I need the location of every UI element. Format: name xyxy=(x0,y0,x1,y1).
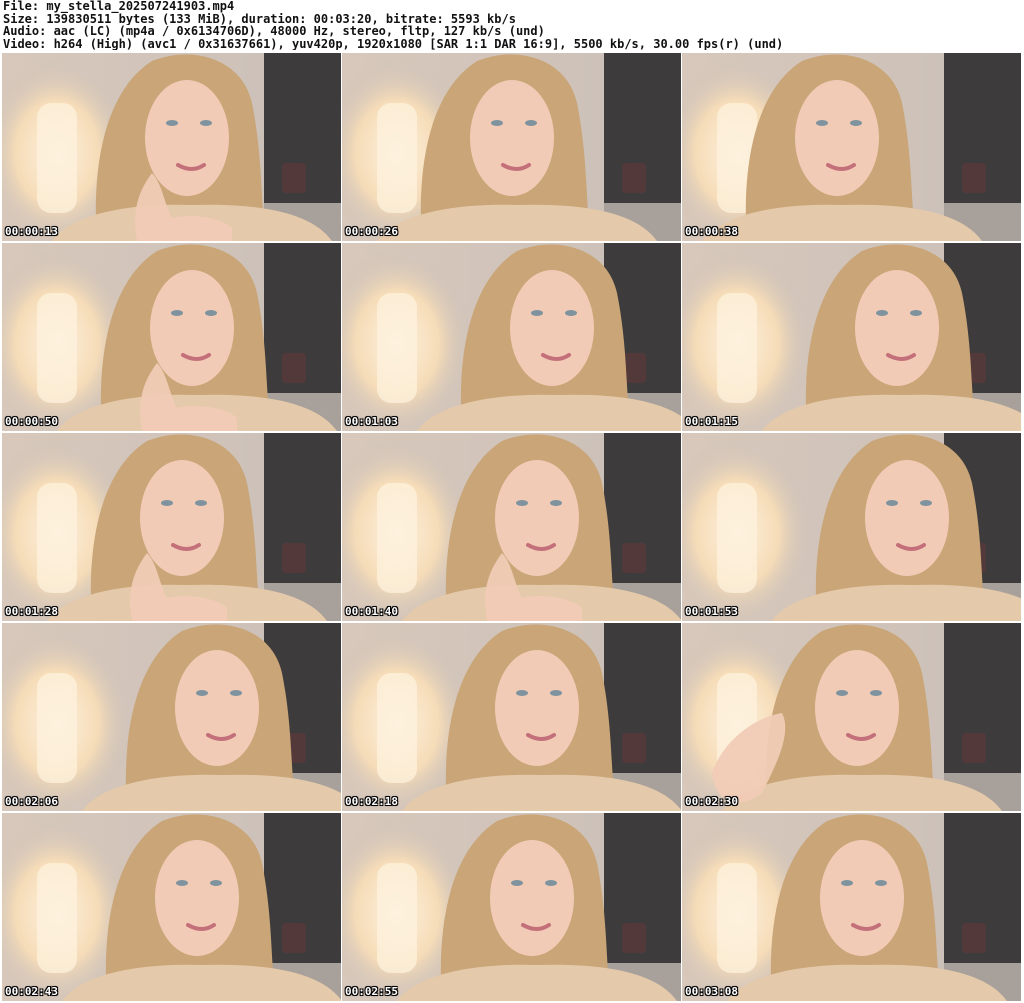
timestamp-label: 00:02:43 xyxy=(5,985,58,998)
video-frame-thumbnail: 00:01:53 xyxy=(682,433,1021,621)
video-frame-thumbnail: 00:01:03 xyxy=(342,243,681,431)
video-frame-thumbnail: 00:02:30 xyxy=(682,623,1021,811)
timestamp-label: 00:00:26 xyxy=(345,225,398,238)
thumbnail-grid: 00:00:13 00:00:26 00:00:38 00:00:50 00:0… xyxy=(2,53,1022,1003)
timestamp-label: 00:02:18 xyxy=(345,795,398,808)
video-frame-thumbnail: 00:00:50 xyxy=(2,243,341,431)
video-frame-thumbnail: 00:02:55 xyxy=(342,813,681,1001)
timestamp-label: 00:00:50 xyxy=(5,415,58,428)
frame-image xyxy=(682,813,1021,1001)
frame-image xyxy=(342,433,681,621)
video-info-line: Video: h264 (High) (avc1 / 0x31637661), … xyxy=(3,37,784,50)
audio-info-line: Audio: aac (LC) (mp4a / 0x6134706D), 480… xyxy=(3,25,545,38)
timestamp-label: 00:01:03 xyxy=(345,415,398,428)
timestamp-label: 00:00:38 xyxy=(685,225,738,238)
frame-image xyxy=(682,53,1021,241)
media-info-header: File: my_stella_202507241903.mp4 Size: 1… xyxy=(3,0,1021,52)
video-frame-thumbnail: 00:01:40 xyxy=(342,433,681,621)
timestamp-label: 00:01:40 xyxy=(345,605,398,618)
frame-image xyxy=(342,53,681,241)
timestamp-label: 00:01:15 xyxy=(685,415,738,428)
timestamp-label: 00:01:53 xyxy=(685,605,738,618)
video-frame-thumbnail: 00:02:18 xyxy=(342,623,681,811)
video-frame-thumbnail: 00:00:13 xyxy=(2,53,341,241)
timestamp-label: 00:02:30 xyxy=(685,795,738,808)
timestamp-label: 00:02:55 xyxy=(345,985,398,998)
frame-image xyxy=(2,623,341,811)
frame-image xyxy=(2,243,341,431)
frame-image xyxy=(682,623,1021,811)
frame-image xyxy=(2,433,341,621)
video-frame-thumbnail: 00:02:43 xyxy=(2,813,341,1001)
video-frame-thumbnail: 00:02:06 xyxy=(2,623,341,811)
timestamp-label: 00:00:13 xyxy=(5,225,58,238)
frame-image xyxy=(342,813,681,1001)
size-duration-line: Size: 139830511 bytes (133 MiB), duratio… xyxy=(3,12,516,25)
frame-image xyxy=(682,433,1021,621)
file-name-line: File: my_stella_202507241903.mp4 xyxy=(3,0,235,13)
frame-image xyxy=(342,243,681,431)
video-frame-thumbnail: 00:01:15 xyxy=(682,243,1021,431)
frame-image xyxy=(2,53,341,241)
frame-image xyxy=(682,243,1021,431)
video-frame-thumbnail: 00:03:08 xyxy=(682,813,1021,1001)
video-frame-thumbnail: 00:00:26 xyxy=(342,53,681,241)
video-frame-thumbnail: 00:00:38 xyxy=(682,53,1021,241)
frame-image xyxy=(342,623,681,811)
contact-sheet: File: my_stella_202507241903.mp4 Size: 1… xyxy=(0,0,1024,1003)
frame-image xyxy=(2,813,341,1001)
timestamp-label: 00:01:28 xyxy=(5,605,58,618)
timestamp-label: 00:03:08 xyxy=(685,985,738,998)
timestamp-label: 00:02:06 xyxy=(5,795,58,808)
video-frame-thumbnail: 00:01:28 xyxy=(2,433,341,621)
